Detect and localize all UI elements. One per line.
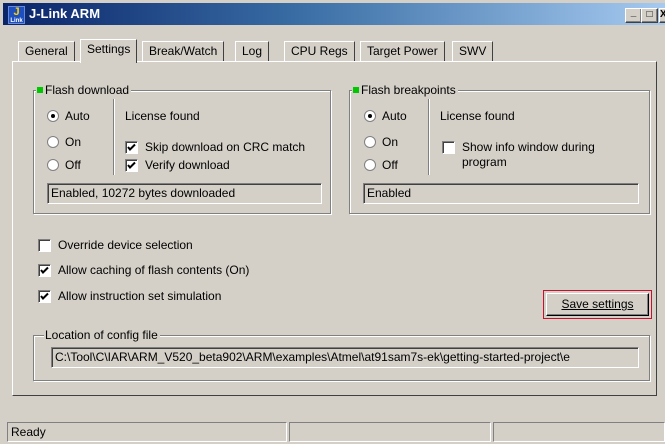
tab-settings[interactable]: Settings xyxy=(80,39,138,63)
flash-breakpoints-off-radio[interactable] xyxy=(364,159,376,171)
tab-cpu-regs[interactable]: CPU Regs xyxy=(284,41,355,61)
status-bar-text: Ready xyxy=(7,422,287,442)
show-info-window-checkbox[interactable] xyxy=(442,141,455,154)
group-title-text: Flash download xyxy=(45,83,130,97)
tab-general[interactable]: General xyxy=(18,41,75,61)
flash-download-status: Enabled, 10272 bytes downloaded xyxy=(47,183,322,204)
tab-label: Break/Watch xyxy=(149,44,218,58)
skip-download-crc-checkbox[interactable] xyxy=(125,141,138,154)
jlink-window: J Link J-Link ARM _ □ X General Settings… xyxy=(0,0,665,444)
flash-breakpoints-off-label: Off xyxy=(382,158,398,172)
status-indicator-icon xyxy=(37,87,43,93)
minimize-icon: _ xyxy=(630,7,637,18)
status-bar-pane-2 xyxy=(289,422,491,442)
allow-caching-checkbox[interactable] xyxy=(38,264,51,277)
flash-download-off-radio[interactable] xyxy=(47,159,59,171)
tab-target-power[interactable]: Target Power xyxy=(360,41,445,61)
flash-download-auto-label: Auto xyxy=(65,109,90,123)
maximize-button[interactable]: □ xyxy=(641,8,658,23)
window-title: J-Link ARM xyxy=(29,6,101,21)
verify-download-label: Verify download xyxy=(145,158,230,172)
verify-download-checkbox[interactable] xyxy=(125,159,138,172)
tab-swv[interactable]: SWV xyxy=(452,41,494,61)
tab-label: Target Power xyxy=(367,44,438,58)
close-icon: X xyxy=(660,9,665,20)
flash-download-on-label: On xyxy=(65,135,82,149)
close-button[interactable]: X xyxy=(659,8,665,23)
config-file-title: Location of config file xyxy=(44,328,160,342)
flash-breakpoints-title: Flash breakpoints xyxy=(352,83,458,97)
minimize-button[interactable]: _ xyxy=(625,8,642,23)
tab-label: Log xyxy=(242,44,263,58)
allow-instruction-sim-label: Allow instruction set simulation xyxy=(58,289,222,303)
tab-label: General xyxy=(25,44,68,58)
flash-breakpoints-on-label: On xyxy=(382,135,399,149)
show-info-window-label: Show info window during xyxy=(462,140,595,154)
save-settings-button-face[interactable]: Save settings xyxy=(546,293,649,316)
title-bar[interactable]: J Link J-Link ARM _ □ X xyxy=(3,3,665,25)
flash-download-off-label: Off xyxy=(65,158,81,172)
status-indicator-icon xyxy=(353,87,359,93)
tab-label: SWV xyxy=(459,44,487,58)
group-title-text: Flash breakpoints xyxy=(361,83,456,97)
flash-download-license: License found xyxy=(125,109,200,123)
save-settings-label: Save settings xyxy=(561,297,634,311)
flash-breakpoints-status: Enabled xyxy=(363,183,639,204)
skip-download-crc-label: Skip download on CRC match xyxy=(145,140,306,154)
flash-breakpoints-auto-radio[interactable] xyxy=(364,110,376,122)
separator xyxy=(428,99,430,175)
app-icon-caption: Link xyxy=(10,18,23,24)
flash-download-auto-radio[interactable] xyxy=(47,110,59,122)
flash-breakpoints-on-radio[interactable] xyxy=(364,136,376,148)
save-settings-button[interactable]: Save settings xyxy=(543,290,652,319)
tab-log[interactable]: Log xyxy=(235,41,270,61)
show-info-window-label-line2: program xyxy=(462,155,507,169)
flash-breakpoints-license: License found xyxy=(440,109,515,123)
tab-label: CPU Regs xyxy=(291,44,348,58)
config-file-path-field[interactable]: C:\Tool\C\IAR\ARM_V520_beta902\ARM\examp… xyxy=(51,347,639,368)
tab-label: Settings xyxy=(87,42,131,56)
override-device-checkbox[interactable] xyxy=(38,239,51,252)
flash-download-on-radio[interactable] xyxy=(47,136,59,148)
flash-download-title: Flash download xyxy=(36,83,132,97)
jlink-app-icon: J Link xyxy=(8,6,25,24)
allow-caching-label: Allow caching of flash contents (On) xyxy=(58,263,250,277)
allow-instruction-sim-checkbox[interactable] xyxy=(38,290,51,303)
app-icon-letter: J xyxy=(13,6,20,18)
maximize-icon: □ xyxy=(646,9,653,20)
flash-breakpoints-auto-label: Auto xyxy=(382,109,407,123)
override-device-label: Override device selection xyxy=(58,238,193,252)
status-bar-pane-3 xyxy=(493,422,665,442)
tab-break-watch[interactable]: Break/Watch xyxy=(142,41,225,61)
separator xyxy=(113,99,115,175)
